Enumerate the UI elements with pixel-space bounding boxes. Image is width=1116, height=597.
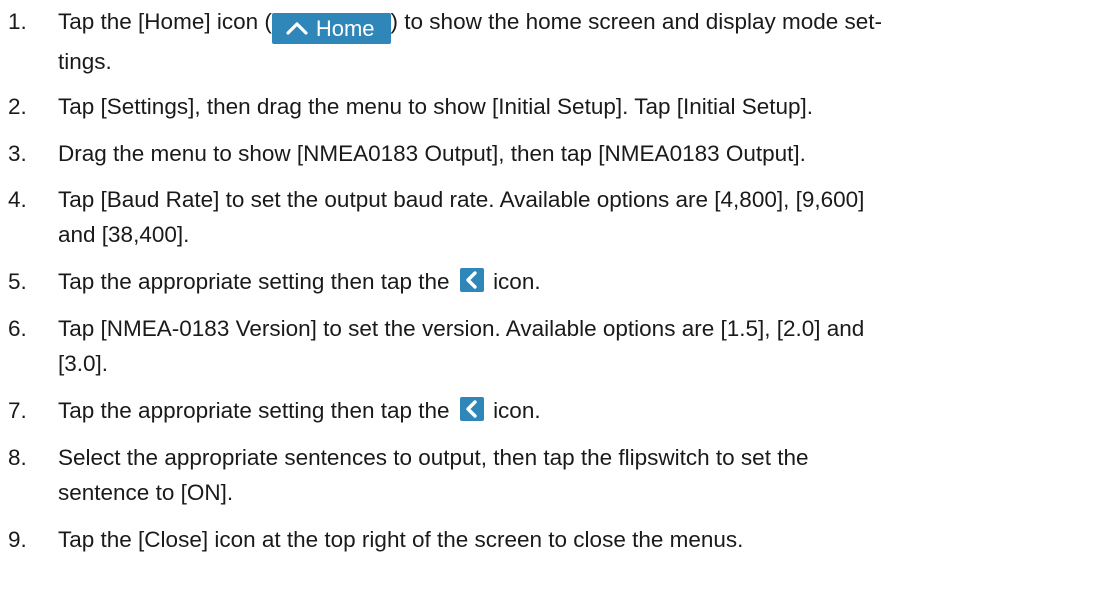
step-text-before: Tap the appropriate setting then tap the bbox=[58, 269, 450, 294]
step-text: Tap the [Close] icon at the top right of… bbox=[58, 527, 744, 552]
step-text-after: icon. bbox=[493, 269, 541, 294]
step-number: 5. bbox=[8, 269, 27, 294]
back-chevron-icon bbox=[459, 268, 484, 292]
step-text-before: Tap the [Home] icon ( bbox=[58, 9, 272, 34]
step-text: Drag the menu to show [NMEA0183 Output],… bbox=[58, 141, 806, 166]
step-number: 7. bbox=[8, 398, 27, 423]
step-text: Tap [Baud Rate] to set the output baud r… bbox=[58, 182, 1103, 252]
step-text-line2: and [38,400]. bbox=[58, 222, 190, 247]
step-number: 8. bbox=[8, 445, 27, 470]
step-number: 3. bbox=[8, 141, 27, 166]
step-number: 1. bbox=[8, 9, 27, 34]
step-text: Select the appropriate sentences to outp… bbox=[58, 440, 1103, 510]
step-number: 9. bbox=[8, 527, 27, 552]
home-button-label: Home bbox=[315, 15, 375, 41]
step-text: Tap the [Home] icon ( Home ) to show the… bbox=[58, 4, 1103, 79]
step-text-line1: Tap [NMEA-0183 Version] to set the versi… bbox=[58, 316, 865, 341]
step-text-after: ) to show the home screen and display mo… bbox=[390, 9, 883, 34]
home-icon bbox=[286, 21, 308, 35]
step-text-line1: Select the appropriate sentences to outp… bbox=[58, 445, 809, 470]
step-text: Tap [Settings], then drag the menu to sh… bbox=[58, 94, 814, 119]
step-number: 6. bbox=[8, 316, 27, 341]
home-button: Home bbox=[271, 12, 391, 44]
step-number: 2. bbox=[8, 94, 27, 119]
step-text: Tap [NMEA-0183 Version] to set the versi… bbox=[58, 311, 1103, 381]
step-number: 4. bbox=[8, 187, 27, 212]
step-text: Tap the appropriate setting then tap the… bbox=[58, 393, 1103, 428]
step-text-after: icon. bbox=[493, 398, 541, 423]
step-text-line2: [3.0]. bbox=[58, 351, 109, 376]
step-text-continued: tings. bbox=[58, 48, 112, 74]
step-text-before: Tap the appropriate setting then tap the bbox=[58, 398, 450, 423]
step-text-line1: Tap [Baud Rate] to set the output baud r… bbox=[58, 187, 865, 212]
step-text: Tap the appropriate setting then tap the… bbox=[58, 264, 1103, 299]
step-text-line2: sentence to [ON]. bbox=[58, 480, 234, 505]
back-chevron-icon bbox=[459, 397, 484, 421]
